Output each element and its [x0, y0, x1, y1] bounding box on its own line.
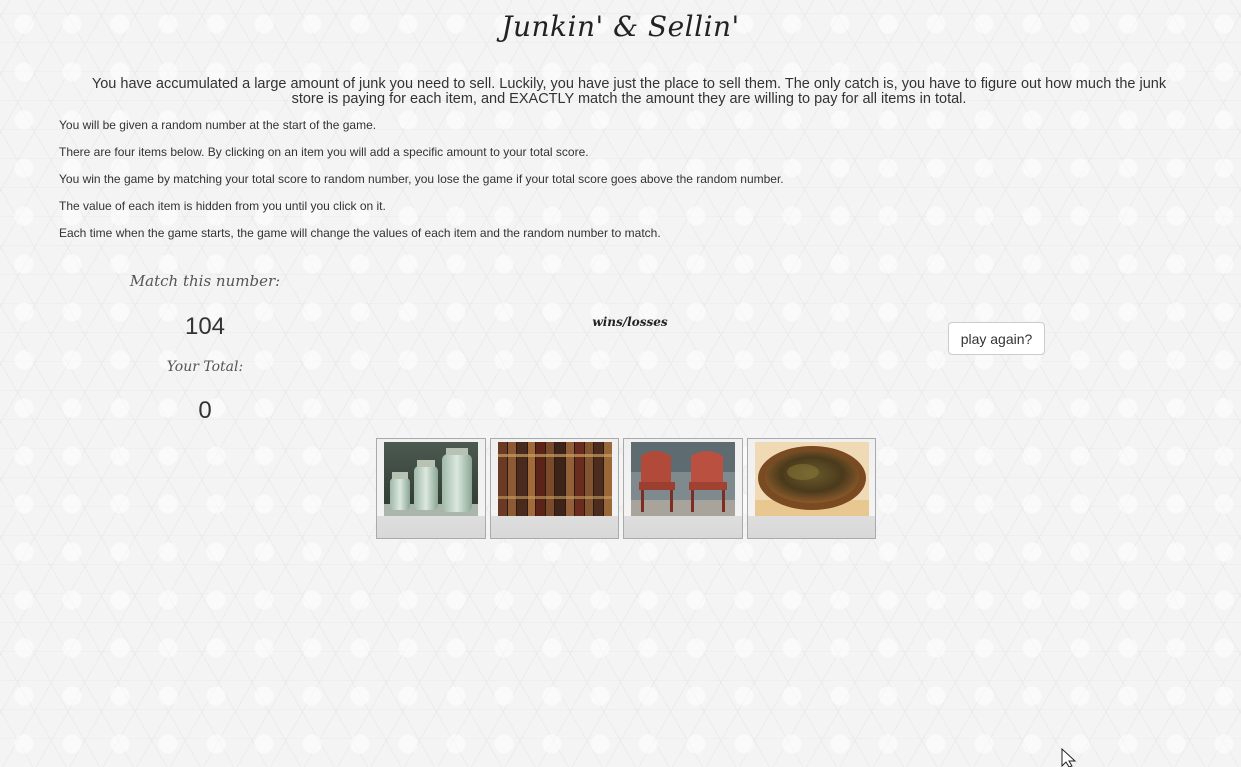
item-jars-button[interactable] — [376, 438, 486, 539]
rule-text: You will be given a random number at the… — [59, 118, 377, 132]
item-chairs-button[interactable] — [623, 438, 743, 539]
rules-list: You will be given a random number at the… — [59, 118, 959, 253]
your-total-label: Your Total: — [166, 359, 244, 375]
old-books-image — [498, 442, 612, 516]
mason-jars-image — [384, 442, 478, 516]
rule-text: You win the game by matching your total … — [59, 172, 784, 186]
intro-paragraph: You have accumulated a large amount of j… — [91, 76, 1167, 107]
rule-text: Each time when the game starts, the game… — [59, 226, 661, 240]
page-title: Junkin' & Sellin' — [501, 10, 740, 43]
metal-chairs-image — [631, 442, 735, 516]
mouse-pointer-icon — [1061, 748, 1077, 767]
rule-text: The value of each item is hidden from yo… — [59, 199, 386, 213]
rusty-skillet-image — [755, 442, 869, 516]
item-skillet-button[interactable] — [747, 438, 876, 539]
target-number: 104 — [184, 313, 226, 340]
rule-text: There are four items below. By clicking … — [59, 145, 589, 159]
match-number-label: Match this number: — [129, 272, 281, 290]
total-score: 0 — [198, 397, 212, 424]
item-books-button[interactable] — [490, 438, 619, 539]
wins-losses-label: wins/losses — [592, 315, 668, 329]
play-again-button[interactable]: play again? — [948, 322, 1045, 355]
